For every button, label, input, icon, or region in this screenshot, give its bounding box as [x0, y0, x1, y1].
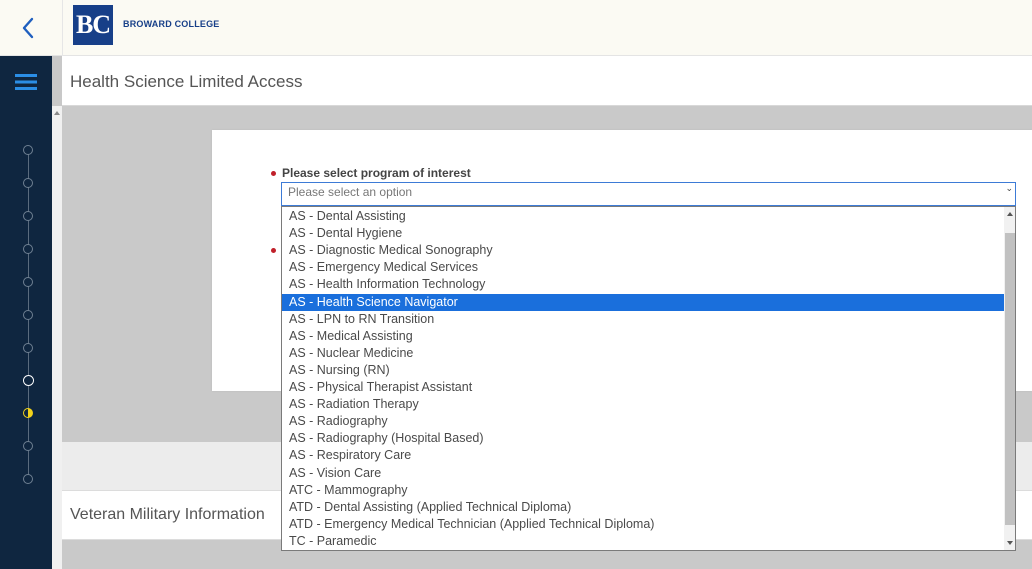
program-label: Please select program of interest: [282, 166, 471, 180]
dropdown-option[interactable]: AS - Physical Therapist Assistant: [282, 379, 1005, 396]
progress-step[interactable]: [23, 178, 33, 188]
scroll-up-icon[interactable]: [1007, 212, 1013, 216]
progress-step[interactable]: [23, 310, 33, 320]
hamburger-icon: [15, 74, 37, 90]
scroll-up-icon[interactable]: [54, 111, 60, 115]
veteran-section-title: Veteran Military Information: [70, 506, 265, 523]
progress-step[interactable]: [23, 145, 33, 155]
dropdown-option[interactable]: TC - Paramedic: [282, 533, 1005, 550]
dropdown-option[interactable]: AS - Dental Assisting: [282, 208, 1005, 225]
scroll-down-icon[interactable]: [1007, 541, 1013, 545]
dropdown-option[interactable]: AS - Health Information Technology: [282, 276, 1005, 293]
top-header: BC BROWARD COLLEGE: [0, 0, 1032, 56]
header-divider: [62, 0, 63, 56]
dropdown-option[interactable]: ATD - Dental Assisting (Applied Technica…: [282, 499, 1005, 516]
progress-step[interactable]: [23, 211, 33, 221]
dropdown-option[interactable]: AS - Diagnostic Medical Sonography: [282, 242, 1005, 259]
progress-step[interactable]: [23, 277, 33, 287]
page-title-bar: Health Science Limited Access: [62, 56, 1032, 106]
program-select-placeholder: Please select an option: [288, 185, 413, 199]
menu-button[interactable]: [0, 56, 52, 108]
dropdown-option[interactable]: AS - Vision Care: [282, 465, 1005, 482]
chevron-down-icon: ⌄: [1005, 183, 1013, 193]
dropdown-option-selected[interactable]: AS - Health Science Navigator: [282, 293, 1005, 311]
program-options-list[interactable]: TC - Paramedic ATD - Emergency Medical Te…: [281, 206, 1016, 551]
required-marker: [271, 171, 276, 176]
left-nav-rail: [0, 56, 52, 569]
program-select[interactable]: Please select an option ⌄: [281, 182, 1016, 206]
dropdown-option[interactable]: AS - Nursing (RN): [282, 362, 1005, 379]
progress-step[interactable]: [23, 474, 33, 484]
dropdown-option[interactable]: AS - Radiography: [282, 413, 1005, 430]
page-title: Health Science Limited Access: [70, 72, 303, 91]
logo-initials: BC: [75, 10, 111, 39]
dropdown-option[interactable]: AS - Nuclear Medicine: [282, 345, 1005, 362]
progress-step-active[interactable]: [23, 408, 33, 418]
dropdown-option[interactable]: AS - Respiratory Care: [282, 447, 1005, 464]
dropdown-option[interactable]: AS - Medical Assisting: [282, 328, 1005, 345]
dropdown-option[interactable]: AS - LPN to RN Transition: [282, 311, 1005, 328]
college-name: BROWARD COLLEGE: [123, 19, 220, 29]
required-marker: [271, 248, 276, 253]
chevron-left-icon: [22, 17, 34, 39]
dropdown-option[interactable]: ATC - Mammography: [282, 482, 1005, 499]
dropdown-scroll-thumb[interactable]: [1005, 233, 1015, 525]
progress-step[interactable]: [23, 244, 33, 254]
page-scrollbar[interactable]: [52, 106, 62, 569]
dropdown-option[interactable]: AS - Emergency Medical Services: [282, 259, 1005, 276]
dropdown-scrollbar[interactable]: [1004, 207, 1015, 550]
progress-step[interactable]: [23, 343, 33, 353]
college-logo: BC: [73, 5, 113, 45]
dropdown-option[interactable]: AS - Radiation Therapy: [282, 396, 1005, 413]
dropdown-option[interactable]: AS - Radiography (Hospital Based): [282, 430, 1005, 447]
dropdown-option[interactable]: AS - Dental Hygiene: [282, 225, 1005, 242]
back-button[interactable]: [0, 0, 56, 56]
progress-step-current[interactable]: [22, 375, 34, 386]
progress-step[interactable]: [23, 441, 33, 451]
dropdown-option[interactable]: ATD - Emergency Medical Technician (Appl…: [282, 516, 1005, 533]
